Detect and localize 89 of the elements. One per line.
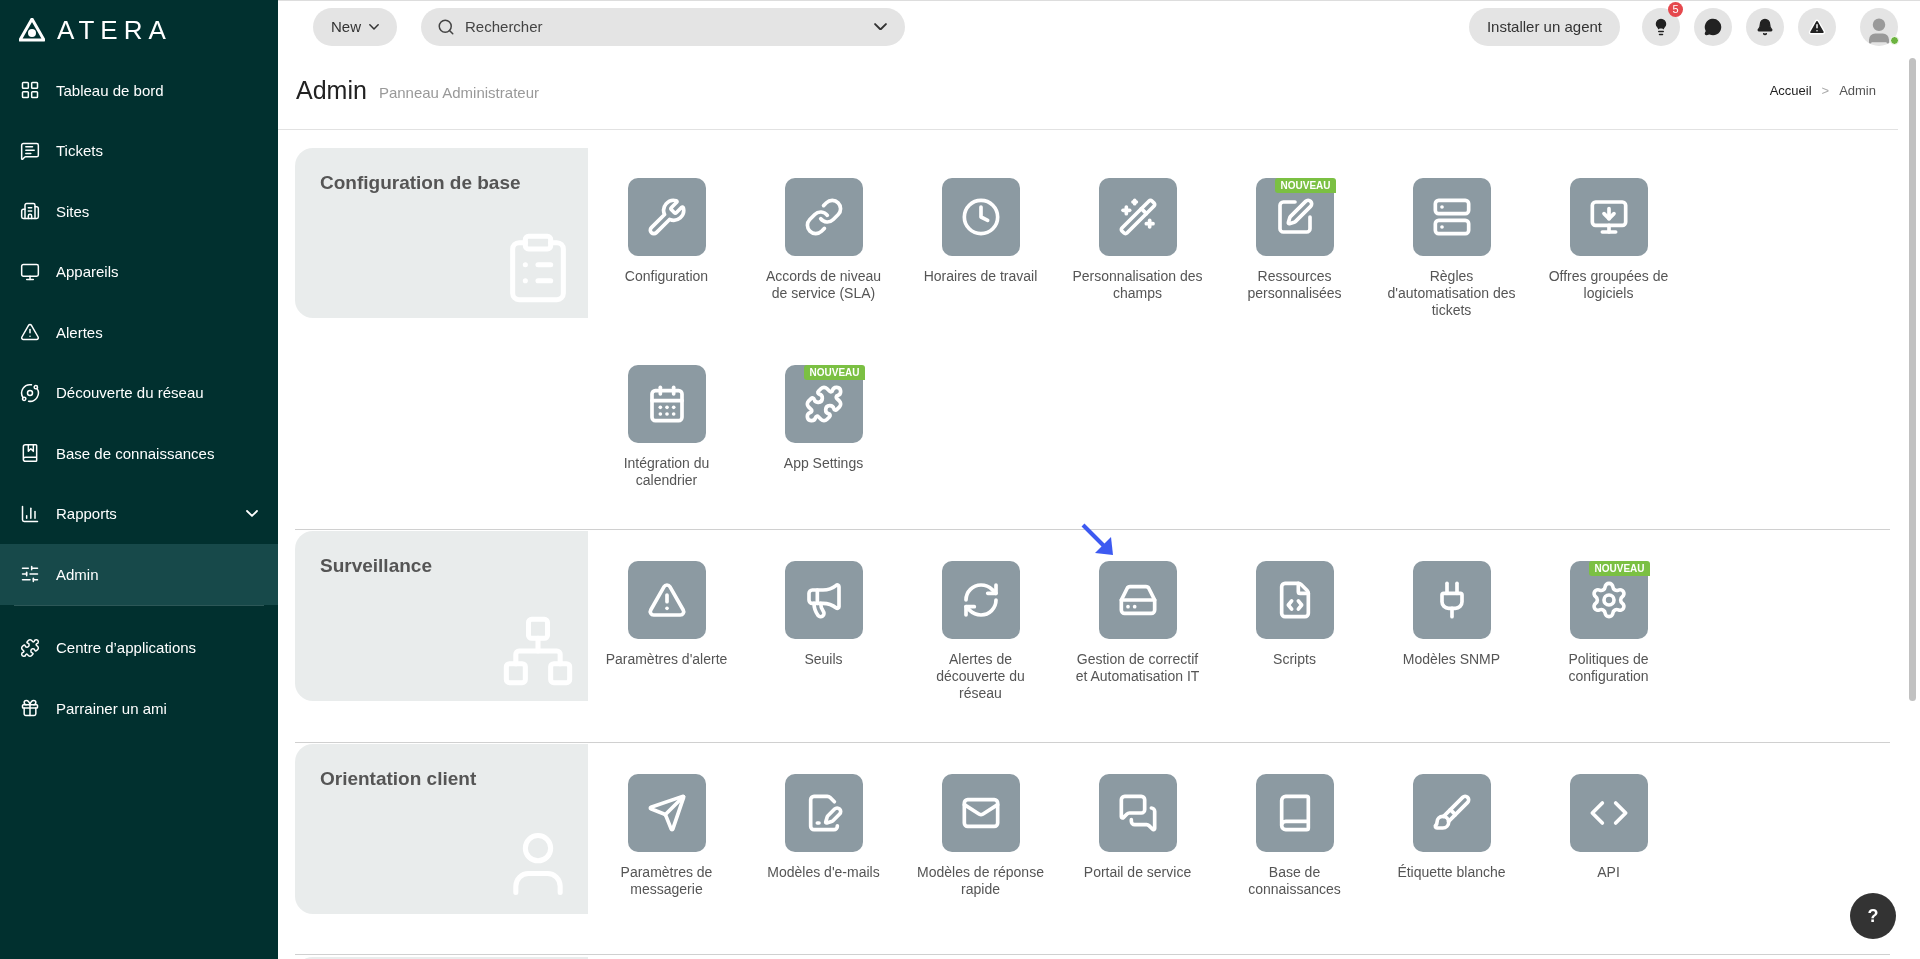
chat-button[interactable] [1694, 7, 1732, 46]
logo-wordmark: ATERA [57, 14, 172, 46]
admin-tile[interactable]: NOUVEAU Politiques de configuration [1530, 521, 1687, 702]
warning-icon [1808, 17, 1826, 36]
breadcrumb-separator: > [1821, 83, 1830, 98]
admin-tile[interactable]: Base de connaissances [1216, 734, 1373, 898]
chevron-icon [246, 510, 258, 518]
admin-tile[interactable]: Configuration [588, 138, 745, 319]
paintbrush-icon [1431, 793, 1472, 833]
admin-tile[interactable]: Règles d'automatisation des tickets [1373, 138, 1530, 319]
admin-tile[interactable]: Accords de niveau de service (SLA) [745, 138, 902, 319]
admin-tile[interactable]: Seuils [745, 521, 902, 702]
warning-icon [20, 322, 40, 343]
breadcrumb-current: Admin [1839, 83, 1876, 98]
admin-tile[interactable]: Modèles d'e-mails [745, 734, 902, 898]
clock-icon [960, 197, 1001, 237]
sidebar-item[interactable]: Base de connaissances [0, 423, 278, 484]
breadcrumb-link[interactable]: Accueil [1769, 83, 1812, 98]
building-icon [20, 201, 40, 222]
new-badge: NOUVEAU [1589, 561, 1650, 576]
admin-tile[interactable]: Paramètres de messagerie [588, 734, 745, 898]
new-badge: NOUVEAU [1275, 178, 1336, 193]
admin-tile[interactable]: Étiquette blanche [1373, 734, 1530, 898]
monitor-icon [20, 261, 40, 282]
admin-tile[interactable]: Intégration du calendrier [588, 325, 745, 489]
admin-tile[interactable]: Modèles SNMP [1373, 521, 1530, 702]
online-status-dot [1890, 35, 1899, 45]
bell-icon [1756, 17, 1774, 36]
server-icon [1431, 197, 1472, 237]
page-subtitle: Panneau Administrateur [378, 84, 539, 101]
monitor-download-icon [1588, 197, 1629, 237]
warning-icon [646, 580, 687, 620]
admin-tile[interactable]: Horaires de travail [902, 138, 1059, 319]
dashboard-grid-icon [20, 80, 40, 101]
magic-wand-icon [1117, 197, 1158, 237]
sidebar-item[interactable]: Tickets [0, 120, 278, 181]
sidebar-item[interactable]: Rapports [0, 483, 278, 544]
admin-tile[interactable]: Paramètres d'alerte [588, 521, 745, 702]
sidebar-item[interactable]: Centre d’applications [0, 617, 278, 678]
section-title: Configuration de base [320, 172, 522, 194]
search-icon [437, 17, 455, 36]
lightbulb-button[interactable] [1642, 7, 1680, 46]
chevron-icon [874, 22, 887, 31]
chat-icon [1704, 17, 1722, 36]
pointer-arrow [1081, 523, 1115, 557]
sidebar-item[interactable]: Parrainer un ami [0, 678, 278, 739]
section-title: Orientation client [320, 768, 478, 790]
chat-message-icon [20, 140, 40, 161]
chevron-icon [369, 23, 379, 30]
link-icon [803, 197, 844, 237]
admin-tile[interactable]: NOUVEAU App Settings [745, 325, 902, 489]
sidebar-item[interactable]: Découverte du réseau [0, 362, 278, 423]
paper-plane-icon [646, 793, 687, 833]
gift-icon [20, 698, 40, 719]
new-badge: NOUVEAU [804, 365, 865, 380]
page-title: Admin [296, 76, 367, 105]
sidebar-item[interactable]: Tableau de bord [0, 60, 278, 121]
alerts-button[interactable] [1798, 7, 1836, 46]
logo-icon [19, 18, 45, 42]
chat-bubbles-icon [1117, 793, 1158, 833]
admin-tile[interactable]: Portail de service [1059, 734, 1216, 898]
search-field[interactable]: Rechercher [421, 7, 905, 46]
section-title: Surveillance [320, 555, 433, 577]
help-button[interactable]: ? [1850, 893, 1896, 939]
puzzle-icon [20, 637, 40, 658]
wrench-icon [646, 197, 687, 237]
admin-tile[interactable]: Offres groupées de logiciels [1530, 138, 1687, 319]
admin-tile[interactable]: API [1530, 734, 1687, 898]
admin-tile[interactable]: NOUVEAU Ressources personnalisées [1216, 138, 1373, 319]
admin-tile[interactable]: Alertes de découverte du réseau [902, 521, 1059, 702]
bar-chart-icon [20, 503, 40, 524]
install-agent-button[interactable]: Installer un agent [1468, 7, 1620, 46]
new-button[interactable]: New [313, 7, 397, 46]
notification-count: 5 [1668, 1, 1683, 17]
sliders-icon [20, 564, 40, 585]
notifications-button[interactable] [1746, 7, 1784, 46]
network-circle-icon [20, 382, 40, 403]
admin-tile[interactable]: Modèles de réponse rapide [902, 734, 1059, 898]
book-icon [20, 443, 40, 464]
user-avatar[interactable] [1860, 7, 1898, 46]
admin-tile[interactable]: Scripts [1216, 521, 1373, 702]
admin-tile[interactable]: Gestion de correctif et Automatisation IT [1059, 521, 1216, 702]
admin-tile[interactable]: Personnalisation des champs [1059, 138, 1216, 319]
sidebar-item[interactable]: Appareils [0, 241, 278, 302]
sidebar-item[interactable]: Sites [0, 181, 278, 242]
sidebar-item[interactable]: Admin [0, 544, 278, 605]
sidebar-item[interactable]: Alertes [0, 302, 278, 363]
scrollbar[interactable] [1909, 58, 1916, 701]
puzzle-icon [803, 384, 844, 424]
